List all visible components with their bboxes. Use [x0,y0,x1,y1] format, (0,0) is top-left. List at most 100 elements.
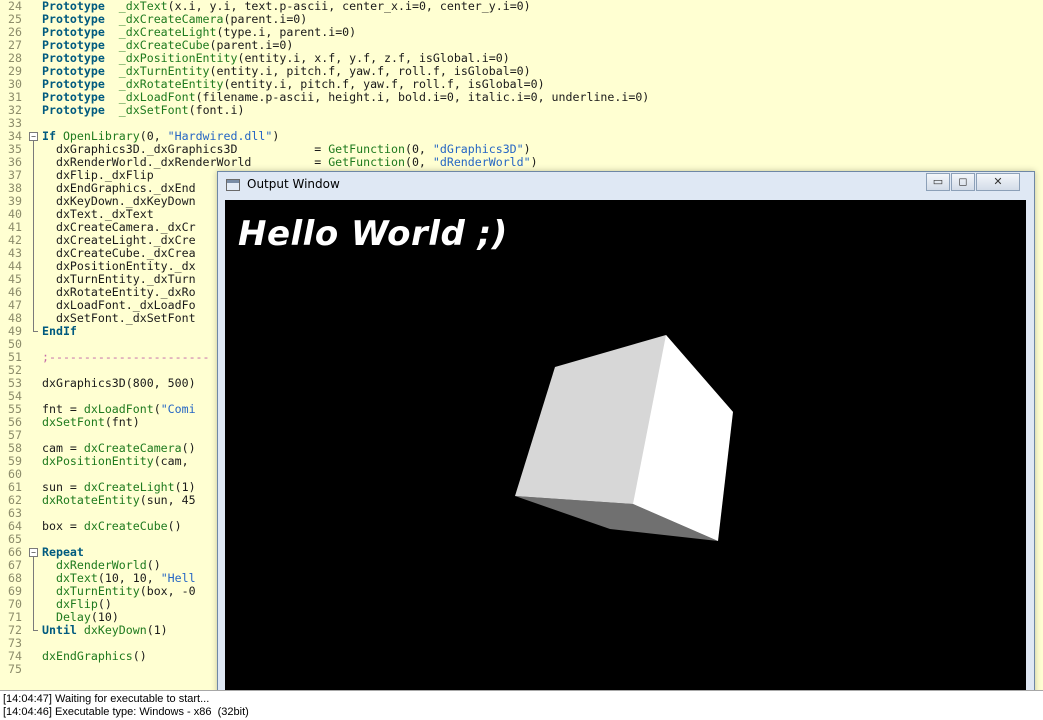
code-text: ;----------------------- [42,351,210,364]
log-line: [14:04:46] Executable type: Windows - x8… [3,706,249,718]
code-token: Prototype [42,12,105,26]
log-line: [14:04:47] Waiting for executable to sta… [3,693,210,705]
code-token: Repeat [42,545,84,559]
code-token: dxText._dxText [42,207,154,221]
code-token: Until [42,623,77,637]
fold-toggle-icon[interactable]: − [29,548,38,557]
code-text: box = dxCreateCube() [42,520,182,533]
maximize-button[interactable]: ◻ [951,173,975,191]
code-token: _dxTurnEntity [118,64,210,78]
code-token: (1) [146,623,168,637]
code-token: dxKeyDown._dxKeyDown [42,194,196,208]
code-token: (type.i, parent.i=0) [216,25,357,39]
minimize-icon: ▭ [932,175,944,188]
code-token: (10, 10, [97,571,161,585]
code-token: dxTurnEntity [55,584,140,598]
render-viewport[interactable]: Hello World ;) [225,200,1026,700]
close-button[interactable]: ✕ [976,173,1020,191]
code-token: (0, [139,129,168,143]
code-token: (fnt) [104,415,140,429]
code-token: dxKeyDown [83,623,147,637]
code-token: Prototype [42,51,105,65]
code-token: _dxLoadFont [118,90,196,104]
output-window-title: Output Window [247,177,340,191]
code-token: () [167,519,182,533]
code-token: ) [523,142,531,156]
code-text: EndIf [42,325,77,338]
rendered-cube [515,335,733,541]
code-token: (entity.i, pitch.f, yaw.f, roll.f, isGlo… [223,77,545,91]
code-text: dxPositionEntity(cam, [42,455,189,468]
code-token: () [97,597,112,611]
code-token: fnt = [42,402,84,416]
code-token: OpenLibrary [62,129,140,143]
code-token: ) [530,155,538,169]
window-app-icon [226,179,240,191]
code-token: dxEndGraphics [42,649,133,663]
code-token: (filename.p-ascii, height.i, bold.i=0, i… [195,90,650,104]
code-token: () [146,558,161,572]
maximize-icon: ◻ [958,175,968,188]
code-token: dxPositionEntity._dx [42,259,196,273]
code-token: () [181,441,196,455]
code-text: dxRotateEntity(sun, 45 [42,494,196,507]
code-text: Prototype _dxSetFont(font.i) [42,104,244,117]
code-token: Prototype [42,38,105,52]
code-token: dxGraphics3D(800, 500) [42,376,196,390]
code-token: (parent.i=0) [223,12,308,26]
code-line: 32 Prototype _dxSetFont(font.i) [0,104,1043,117]
code-token: dxSetFont._dxSetFont [42,311,196,325]
code-token: dxCreateCube [83,519,168,533]
code-token: dxPositionEntity [42,454,154,468]
code-token: GetFunction [328,142,405,156]
code-token: dxCreateCube._dxCrea [42,246,196,260]
code-token: dxGraphics3D._dxGraphics3D = [42,142,329,156]
code-token: (entity.i, pitch.f, yaw.f, roll.f, isGlo… [209,64,531,78]
code-token: dxCreateCamera [83,441,182,455]
code-token: dxSetFont [42,415,105,429]
code-text: dxEndGraphics() [42,650,147,663]
code-token: dxCreateCamera._dxCr [42,220,196,234]
code-token: ( [153,402,161,416]
code-token: Delay [55,610,91,624]
code-token: box = [42,519,84,533]
line-number: 75 [8,662,22,676]
fold-guide-line [33,557,34,630]
code-line: 36 dxRenderWorld._dxRenderWorld = GetFun… [0,156,1043,169]
code-token: Prototype [42,64,105,78]
code-token: "dGraphics3D" [432,142,524,156]
output-window[interactable]: Output Window ▭ ◻ ✕ Hello World ;) [217,171,1035,707]
code-token: "Hell [160,571,196,585]
close-icon: ✕ [993,175,1003,188]
code-token: GetFunction [328,155,405,169]
fold-toggle-icon[interactable]: − [29,132,38,141]
code-token: "Comi [160,402,196,416]
code-token: _dxPositionEntity [118,51,238,65]
code-token: (parent.i=0) [209,38,294,52]
code-token: dxCreateLight [83,480,175,494]
code-token: (0, [404,155,433,169]
minimize-button[interactable]: ▭ [926,173,950,191]
code-token: (cam, [153,454,189,468]
code-token: ;----------------------- [42,350,210,364]
code-text: dxGraphics3D(800, 500) [42,377,196,390]
code-token: If [42,129,56,143]
code-token: (box, -0 [139,584,196,598]
code-token: dxEndGraphics._dxEnd [42,181,196,195]
fold-guide-line [33,141,34,331]
code-token: Prototype [42,103,105,117]
code-token: (font.i) [188,103,245,117]
code-token: cam = [42,441,84,455]
output-window-titlebar[interactable]: Output Window ▭ ◻ ✕ [218,172,1034,200]
